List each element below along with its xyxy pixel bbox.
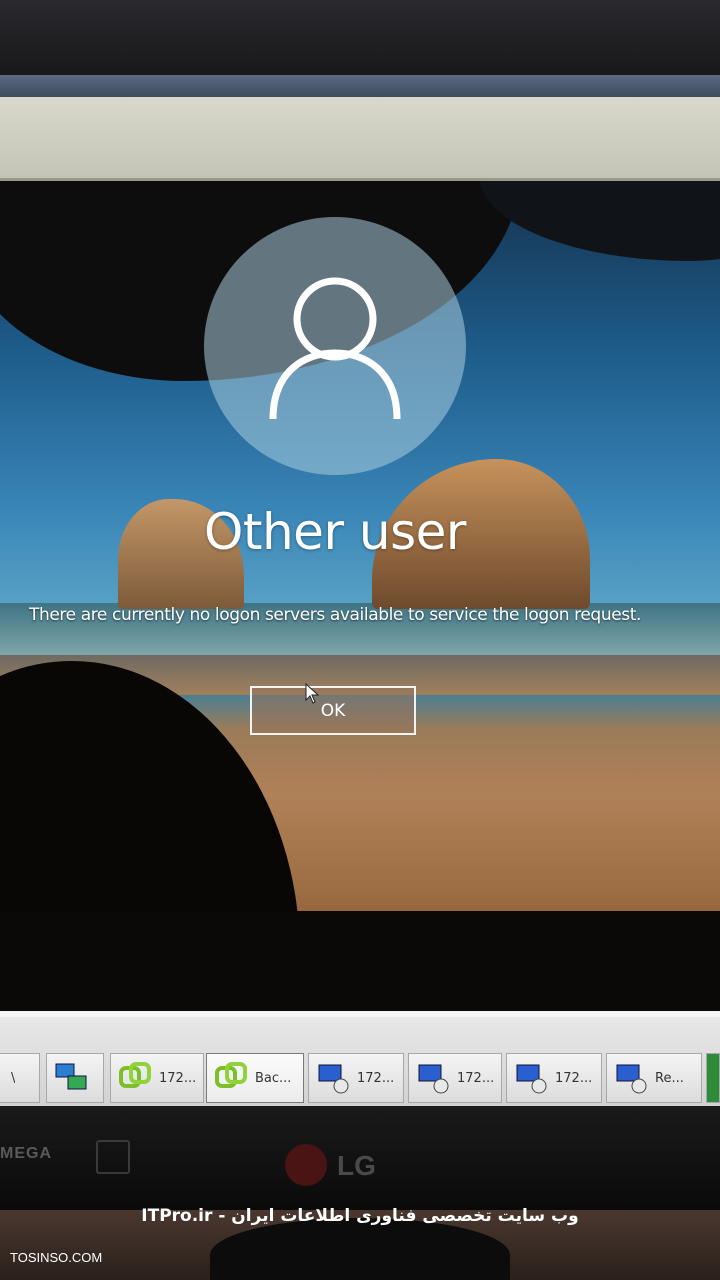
network-computers-icon — [55, 1063, 87, 1090]
taskbar-item-rdp-4[interactable]: Re... — [606, 1053, 702, 1103]
taskbar-item-rdp-3[interactable]: 172... — [506, 1053, 602, 1103]
monitor-brand: LG — [337, 1150, 376, 1181]
taskbar-item-vsphere-active[interactable]: Bac... — [206, 1053, 304, 1103]
monitor-brand-left: MEGA — [0, 1145, 52, 1162]
watermark-text: ITPro.ir - وب سایت تخصصی فناوری اطلاعات … — [141, 1206, 579, 1226]
taskbar-item-label: Re... — [655, 1070, 684, 1086]
taskbar-item-overflow[interactable] — [706, 1053, 720, 1103]
taskbar-item-label: 172... — [555, 1070, 593, 1086]
taskbar-item-folder[interactable]: \ — [0, 1053, 40, 1103]
taskbar-item-label: 172... — [357, 1070, 395, 1086]
monitor-top-bezel — [0, 0, 720, 75]
host-taskbar: \ 172... Bac... 172... 172... 172... Re.… — [0, 1011, 720, 1106]
background-cave-bottom — [0, 911, 720, 1011]
lg-logo-icon — [285, 1144, 327, 1186]
error-message: There are currently no logon servers ava… — [29, 605, 641, 625]
taskbar-item-label: Bac... — [255, 1070, 292, 1086]
taskbar-item-label: 172... — [159, 1070, 197, 1086]
host-window-titlebar — [0, 75, 720, 97]
user-avatar — [204, 217, 466, 475]
taskbar-item-label: \ — [11, 1070, 16, 1086]
vsphere-icon — [119, 1062, 151, 1088]
taskbar-item-rdp-1[interactable]: 172... — [308, 1053, 404, 1103]
ok-button[interactable]: OK — [250, 686, 416, 735]
monitor-menu-button[interactable] — [96, 1140, 130, 1174]
remote-desktop-icon — [516, 1064, 547, 1094]
username-label: Other user — [204, 503, 466, 561]
user-silhouette-icon — [269, 277, 401, 420]
remote-desktop-icon — [616, 1064, 647, 1094]
taskbar-item-vsphere-1[interactable]: 172... — [110, 1053, 204, 1103]
taskbar-item-label: 172... — [457, 1070, 495, 1086]
host-window-toolbar — [0, 97, 720, 181]
background-cave-right — [480, 181, 720, 261]
lock-screen: Other user There are currently no logon … — [0, 181, 720, 1011]
remote-desktop-icon — [418, 1064, 449, 1094]
remote-desktop-icon — [318, 1064, 349, 1094]
mouse-cursor-icon — [305, 683, 320, 704]
site-credit: TOSINSO.COM — [10, 1250, 103, 1265]
taskbar-item-rdp-2[interactable]: 172... — [408, 1053, 502, 1103]
vsphere-icon — [215, 1062, 247, 1088]
taskbar-item-network[interactable] — [46, 1053, 104, 1103]
